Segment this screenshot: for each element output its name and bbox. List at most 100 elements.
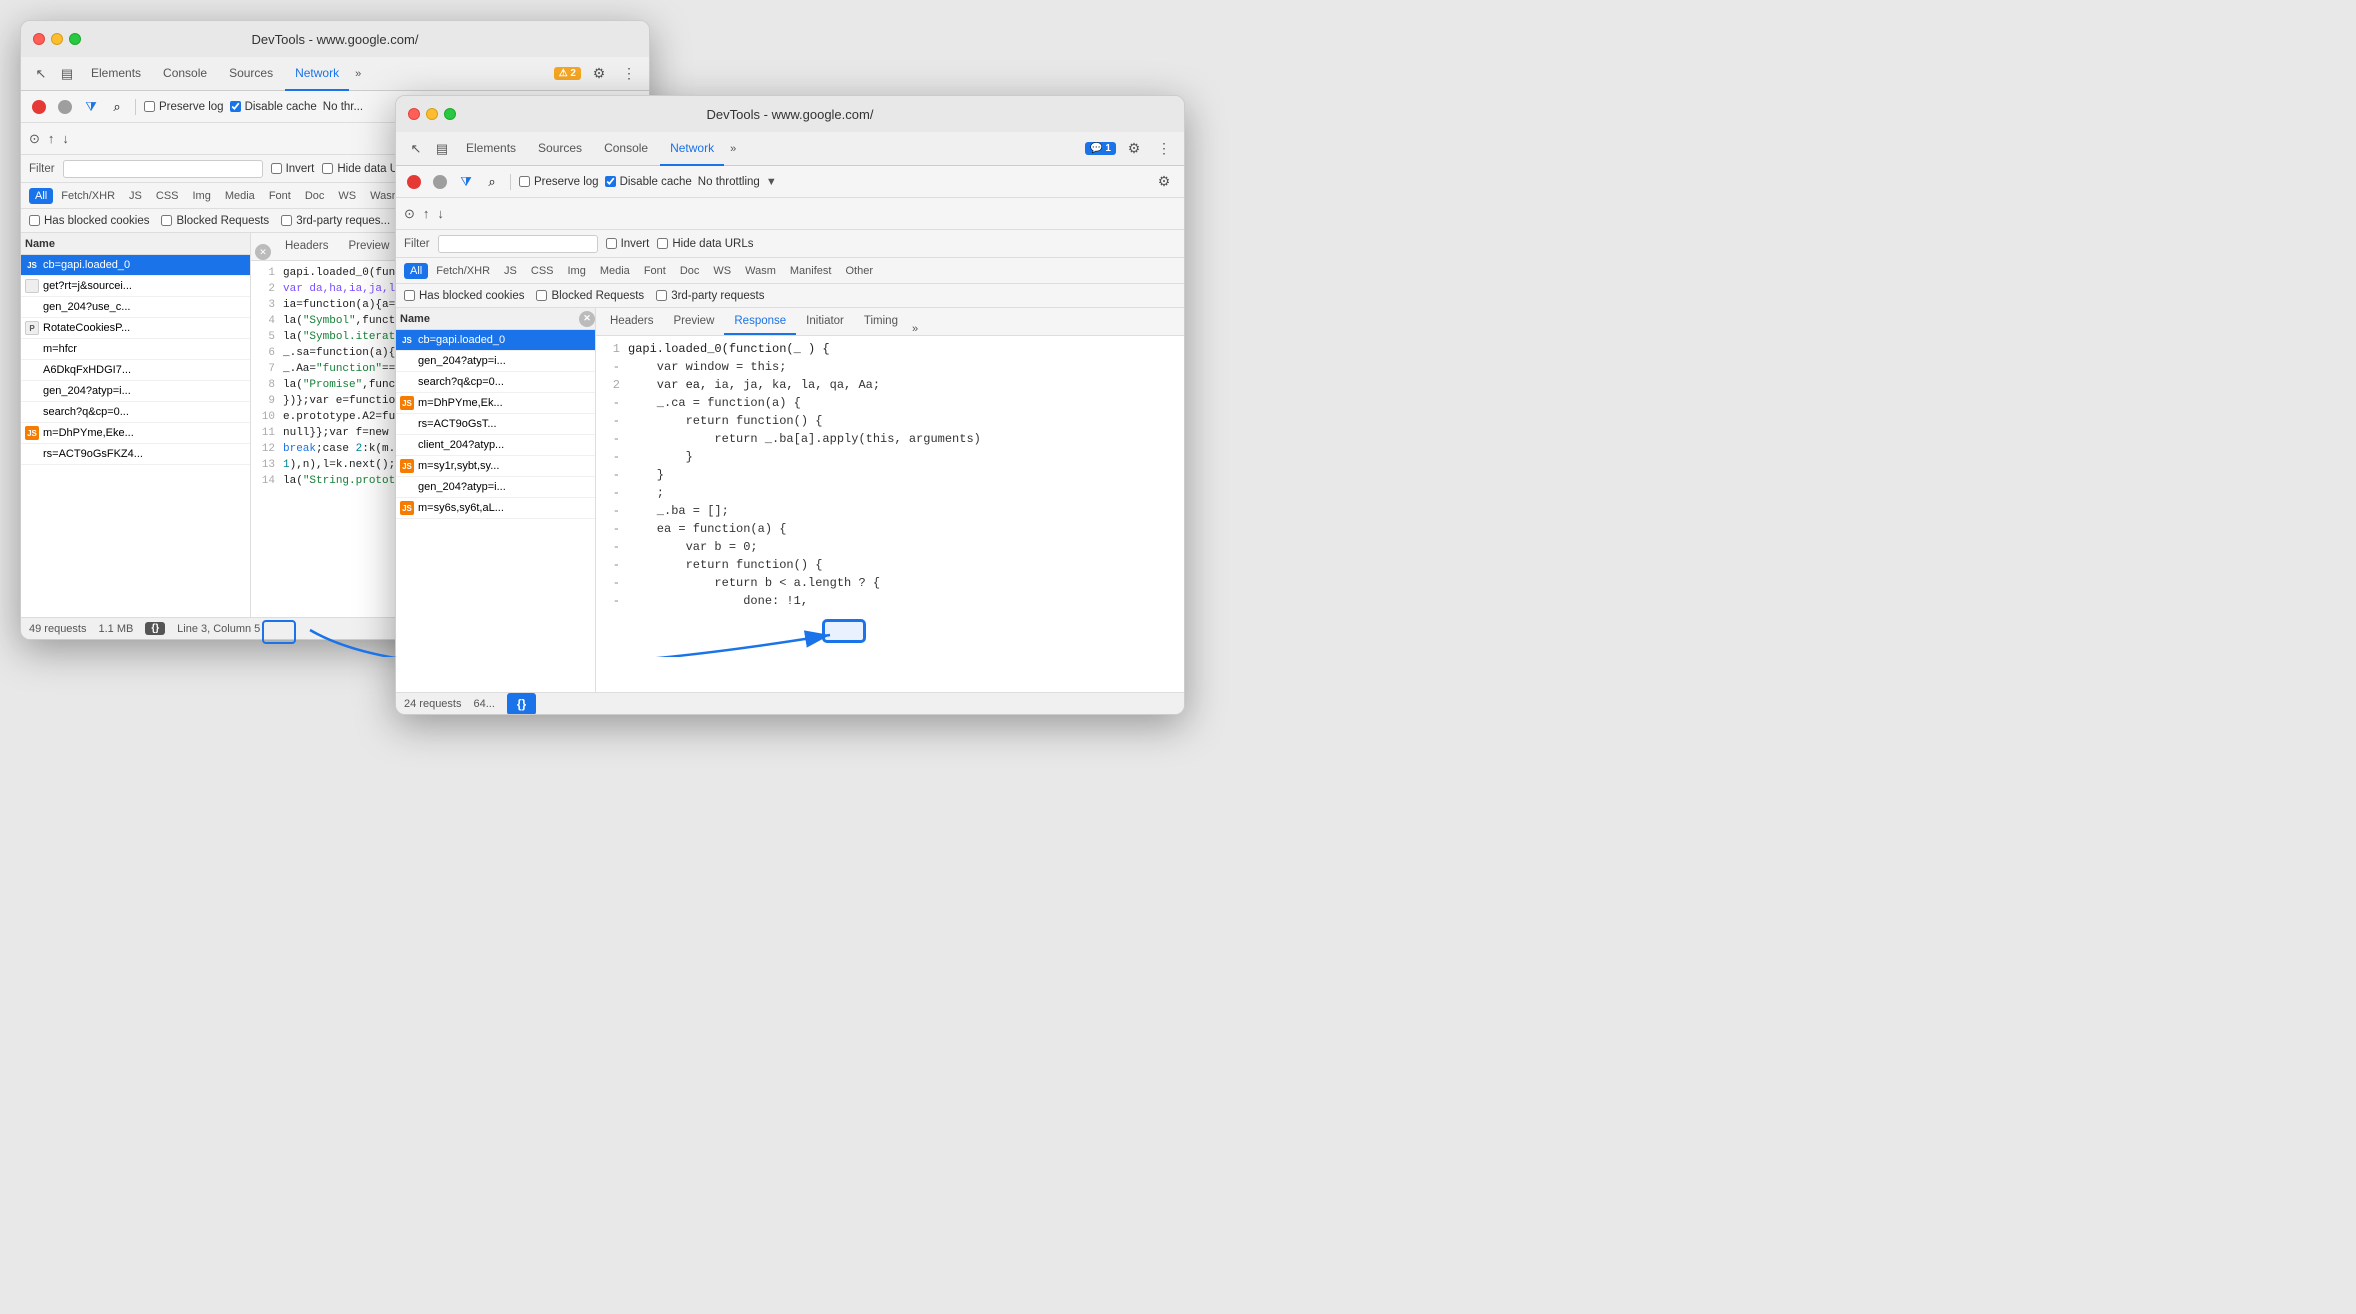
filter-input-2[interactable] [438,235,598,253]
filter-doc-2[interactable]: Doc [674,263,706,279]
request-row-2-4[interactable]: JS m=DhPYme,Ek... [396,393,595,414]
filter-manifest-2[interactable]: Manifest [784,263,838,279]
request-row-2-3[interactable]: search?q&cp=0... [396,372,595,393]
filter-font-2[interactable]: Font [638,263,672,279]
request-row-2-9[interactable]: JS m=sy6s,sy6t,aL... [396,498,595,519]
filter-ws-1[interactable]: WS [332,188,362,204]
blocked-cookies-cb-1[interactable] [29,215,40,226]
more-icon-2[interactable]: ⋮ [1152,137,1176,161]
cursor-icon-2[interactable]: ↖ [404,137,428,161]
tab-sources-1[interactable]: Sources [219,57,283,91]
blocked-requests-cb-2[interactable] [536,290,547,301]
disable-cache-2[interactable]: Disable cache [605,176,692,188]
stop-button-2[interactable] [430,172,450,192]
blocked-cookies-1[interactable]: Has blocked cookies [29,215,149,227]
tab-more-2[interactable]: » [726,143,740,155]
filter-fetch-1[interactable]: Fetch/XHR [55,188,121,204]
preserve-log-checkbox-2[interactable] [519,176,530,187]
filter-css-2[interactable]: CSS [525,263,560,279]
invert-checkbox-1[interactable] [271,163,282,174]
request-row-1-8[interactable]: search?q&cp=0... [21,402,250,423]
search-icon-2[interactable]: ⌕ [482,172,502,192]
tab-response-2[interactable]: Response [724,309,796,335]
tab-timing-2[interactable]: Timing [854,309,908,335]
disable-cache-checkbox-2[interactable] [605,176,616,187]
throttle-dropdown-2[interactable]: ▼ [766,176,777,188]
filter-media-1[interactable]: Media [219,188,261,204]
more-icon-1[interactable]: ⋮ [617,62,641,86]
tab-sources-2[interactable]: Sources [528,132,592,166]
tab-network-2[interactable]: Network [660,132,724,166]
maximize-button-2[interactable] [444,108,456,120]
record-button-1[interactable] [29,97,49,117]
filter-wasm-2[interactable]: Wasm [739,263,782,279]
request-row-1-5[interactable]: m=hfcr [21,339,250,360]
request-row-2-5[interactable]: rs=ACT9oGsT... [396,414,595,435]
tab-preview-1[interactable]: Preview [338,234,399,260]
filter-js-1[interactable]: JS [123,188,148,204]
format-button-2[interactable]: {} [507,693,536,715]
preserve-log-1[interactable]: Preserve log [144,101,224,113]
format-button-1[interactable]: {} [145,622,165,635]
invert-1[interactable]: Invert [271,163,315,175]
gear-icon-2[interactable]: ⚙ [1152,170,1176,194]
disable-cache-checkbox-1[interactable] [230,101,241,112]
disable-cache-1[interactable]: Disable cache [230,101,317,113]
filter-font-1[interactable]: Font [263,188,297,204]
stop-button-1[interactable] [55,97,75,117]
tab-preview-2[interactable]: Preview [663,309,724,335]
request-row-1-7[interactable]: gen_204?atyp=i... [21,381,250,402]
request-row-1-1[interactable]: JS cb=gapi.loaded_0 [21,255,250,276]
maximize-button-1[interactable] [69,33,81,45]
request-row-1-4[interactable]: P RotateCookiesP... [21,318,250,339]
panel-icon[interactable]: ▤ [55,62,79,86]
hide-data-2[interactable]: Hide data URLs [657,238,753,250]
filter-fetch-2[interactable]: Fetch/XHR [430,263,496,279]
settings-icon-1[interactable]: ⚙ [587,62,611,86]
tab-elements-1[interactable]: Elements [81,57,151,91]
panel-icon-2[interactable]: ▤ [430,137,454,161]
tab-more-panel-2[interactable]: » [908,323,922,335]
close-panel-1[interactable]: ✕ [255,244,271,260]
tab-initiator-2[interactable]: Initiator [796,309,854,335]
cursor-icon[interactable]: ↖ [29,62,53,86]
preserve-log-2[interactable]: Preserve log [519,176,599,188]
settings-btn-2[interactable]: ⚙ [1152,170,1176,194]
tab-more-1[interactable]: » [351,68,365,80]
filter-all-2[interactable]: All [404,263,428,279]
close-button-1[interactable] [33,33,45,45]
filter-doc-1[interactable]: Doc [299,188,331,204]
third-party-2[interactable]: 3rd-party requests [656,290,764,302]
record-button-2[interactable] [404,172,424,192]
tab-console-1[interactable]: Console [153,57,217,91]
request-row-1-9[interactable]: JS m=DhPYme,Eke... [21,423,250,444]
filter-icon-1[interactable]: ⧩ [81,97,101,117]
filter-img-2[interactable]: Img [562,263,592,279]
blocked-cookies-cb-2[interactable] [404,290,415,301]
preserve-log-checkbox-1[interactable] [144,101,155,112]
blocked-requests-cb-1[interactable] [161,215,172,226]
filter-media-2[interactable]: Media [594,263,636,279]
filter-img-1[interactable]: Img [187,188,217,204]
filter-js-2[interactable]: JS [498,263,523,279]
third-party-cb-1[interactable] [281,215,292,226]
filter-ws-2[interactable]: WS [707,263,737,279]
search-icon-1[interactable]: ⌕ [107,97,127,117]
third-party-cb-2[interactable] [656,290,667,301]
close-list-2[interactable]: ✕ [579,311,595,327]
filter-css-1[interactable]: CSS [150,188,185,204]
filter-other-2[interactable]: Other [839,263,879,279]
blocked-cookies-2[interactable]: Has blocked cookies [404,290,524,302]
filter-input-1[interactable] [63,160,263,178]
filter-all-1[interactable]: All [29,188,53,204]
request-row-2-6[interactable]: client_204?atyp... [396,435,595,456]
blocked-requests-2[interactable]: Blocked Requests [536,290,644,302]
request-row-1-6[interactable]: A6DkqFxHDGI7... [21,360,250,381]
settings-icon-2[interactable]: ⚙ [1122,137,1146,161]
filter-icon-2[interactable]: ⧩ [456,172,476,192]
request-row-1-3[interactable]: gen_204?use_c... [21,297,250,318]
minimize-button-2[interactable] [426,108,438,120]
tab-headers-2[interactable]: Headers [600,309,663,335]
request-row-2-7[interactable]: JS m=sy1r,sybt,sy... [396,456,595,477]
invert-checkbox-2[interactable] [606,238,617,249]
